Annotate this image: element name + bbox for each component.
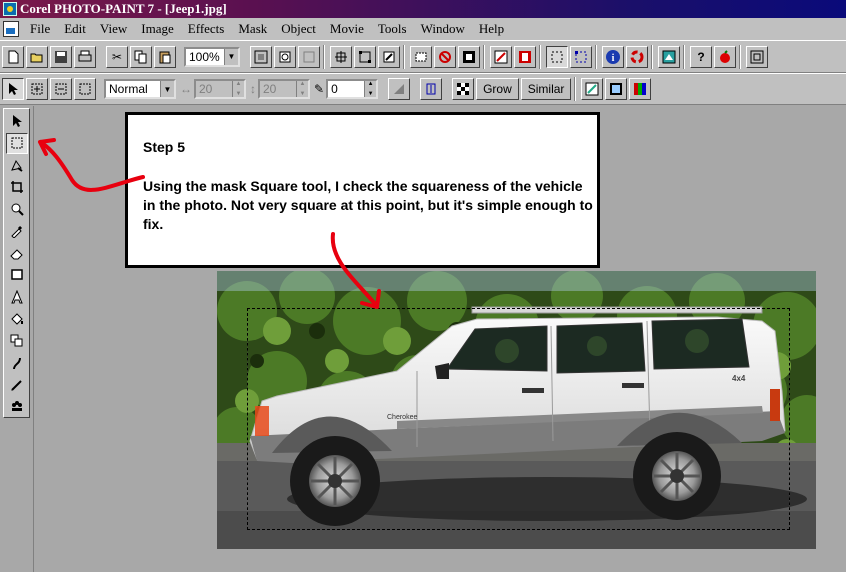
- paint-tool-icon[interactable]: [6, 374, 28, 395]
- mask-marquee-icon[interactable]: [546, 45, 568, 68]
- window-title: Corel PHOTO-PAINT 7 - [Jeep1.jpg]: [20, 1, 227, 16]
- menu-image[interactable]: Image: [134, 21, 180, 37]
- fullscreen-icon[interactable]: [746, 45, 768, 68]
- toolbox: [3, 108, 30, 418]
- mode-xor-icon[interactable]: [74, 78, 96, 100]
- paste-icon[interactable]: [154, 45, 176, 68]
- menu-mask[interactable]: Mask: [231, 21, 274, 37]
- edit-icon[interactable]: [378, 45, 400, 68]
- zoom-window-icon[interactable]: [298, 45, 320, 68]
- menu-tools[interactable]: Tools: [371, 21, 414, 37]
- mask-image-icon[interactable]: [581, 78, 604, 100]
- paint-on-mask-icon[interactable]: [490, 45, 512, 68]
- height-field[interactable]: 20 ▲ ▼: [258, 79, 310, 99]
- mode-value: Normal: [109, 82, 148, 96]
- zoom-100-icon[interactable]: [250, 45, 272, 68]
- apple-icon[interactable]: [714, 45, 736, 68]
- height-spinner[interactable]: ▲ ▼: [296, 81, 308, 97]
- rear-wheel: [633, 432, 721, 520]
- color-mask-icon[interactable]: [626, 45, 648, 68]
- info-icon[interactable]: i: [602, 45, 624, 68]
- chevron-down-icon[interactable]: ▼: [160, 81, 174, 97]
- menu-window[interactable]: Window: [414, 21, 472, 37]
- zoom-fit-icon[interactable]: [274, 45, 296, 68]
- feather-spinner[interactable]: ▲ ▼: [364, 81, 377, 97]
- menu-movie[interactable]: Movie: [323, 21, 371, 37]
- width-value: 20: [199, 82, 213, 96]
- eraser-tool-icon[interactable]: [6, 243, 28, 264]
- tutorial-callout: Step 5 Using the mask Square tool, I che…: [125, 112, 600, 268]
- document-icon[interactable]: [3, 21, 19, 37]
- rectangle-tool-icon[interactable]: [6, 264, 28, 285]
- show-mask-marquee-icon[interactable]: [410, 45, 432, 68]
- mode-add-icon[interactable]: [26, 78, 48, 100]
- new-icon[interactable]: [2, 45, 24, 68]
- mask-select-icon[interactable]: [570, 45, 592, 68]
- copy-icon[interactable]: [130, 45, 152, 68]
- menu-effects[interactable]: Effects: [181, 21, 232, 37]
- invert-mask-icon[interactable]: [458, 45, 480, 68]
- text-tool-icon[interactable]: [6, 286, 28, 307]
- title-bar: Corel PHOTO-PAINT 7 - [Jeep1.jpg]: [0, 0, 846, 18]
- no-mask-icon[interactable]: [434, 45, 456, 68]
- expand-icon[interactable]: [420, 78, 443, 100]
- save-icon[interactable]: [50, 45, 72, 68]
- menu-view[interactable]: View: [93, 21, 134, 37]
- callout-heading: Step 5: [143, 139, 186, 155]
- similar-button[interactable]: Similar: [520, 78, 572, 100]
- checkerboard-icon[interactable]: [452, 78, 475, 100]
- feather-field[interactable]: 0 ▲ ▼: [326, 79, 379, 99]
- mode-normal-icon[interactable]: [2, 78, 24, 100]
- zoom-combo[interactable]: 100% ▼: [184, 46, 240, 67]
- menu-bar: File Edit View Image Effects Mask Object…: [0, 18, 846, 40]
- mask-overlay-icon[interactable]: [514, 45, 536, 68]
- effect-tool-icon[interactable]: [6, 352, 28, 373]
- app-icon[interactable]: [3, 2, 17, 16]
- rectangle-mask-tool-icon[interactable]: [5, 132, 28, 154]
- object-picker-tool-icon[interactable]: [6, 111, 28, 132]
- height-value: 20: [263, 82, 277, 96]
- menu-file[interactable]: File: [23, 21, 57, 37]
- width-field[interactable]: 20 ▲ ▼: [194, 79, 246, 99]
- front-wheel: [290, 436, 380, 526]
- help-icon[interactable]: ?: [690, 45, 712, 68]
- clone-tool-icon[interactable]: [6, 330, 28, 351]
- chevron-down-icon[interactable]: ▼: [224, 48, 238, 65]
- menu-help[interactable]: Help: [472, 21, 511, 37]
- app-window: Corel PHOTO-PAINT 7 - [Jeep1.jpg] File E…: [0, 0, 846, 572]
- image-sprayer-tool-icon[interactable]: [6, 396, 28, 417]
- standard-toolbar: ✂ 100% ▼ i ?: [0, 40, 846, 73]
- print-icon[interactable]: [74, 45, 96, 68]
- grow-button[interactable]: Grow: [476, 78, 519, 100]
- mode-subtract-icon[interactable]: [50, 78, 72, 100]
- height-icon: ↕: [250, 82, 256, 96]
- fill-tool-icon[interactable]: [6, 308, 28, 329]
- menu-edit[interactable]: Edit: [57, 21, 93, 37]
- crop-tool-icon[interactable]: [6, 177, 28, 198]
- jeep-photo: Cherokee 4x4: [217, 271, 816, 549]
- feather-icon: ✎: [314, 82, 325, 96]
- feather-value: 0: [331, 82, 338, 96]
- width-spinner[interactable]: ▲ ▼: [232, 81, 244, 97]
- width-icon: ↔: [180, 82, 192, 96]
- zoom-tool-icon[interactable]: [6, 199, 28, 220]
- mode-combo[interactable]: Normal ▼: [104, 79, 176, 99]
- open-icon[interactable]: [26, 45, 48, 68]
- 4x4-badge: 4x4: [732, 374, 746, 383]
- object-picker-icon[interactable]: [330, 45, 352, 68]
- zoom-value: 100%: [189, 49, 220, 64]
- anti-alias-icon[interactable]: [388, 78, 411, 100]
- eyedropper-tool-icon[interactable]: [6, 221, 28, 242]
- objects-docker-icon[interactable]: [658, 45, 680, 68]
- menu-object[interactable]: Object: [274, 21, 323, 37]
- freehand-mask-tool-icon[interactable]: [6, 155, 28, 176]
- cut-icon[interactable]: ✂: [106, 45, 128, 68]
- property-bar: Normal ▼ ↔ 20 ▲ ▼ ↕ 20 ▲ ▼ ✎ 0 ▲ ▼ Grow Sim…: [0, 73, 846, 105]
- color-channels-icon[interactable]: [629, 78, 652, 100]
- mask-transform-icon[interactable]: [354, 45, 376, 68]
- callout-body: Using the mask Square tool, I check the …: [143, 178, 593, 232]
- film-icon[interactable]: [605, 78, 628, 100]
- cherokee-badge: Cherokee: [387, 414, 417, 421]
- svg-text:i: i: [612, 53, 615, 64]
